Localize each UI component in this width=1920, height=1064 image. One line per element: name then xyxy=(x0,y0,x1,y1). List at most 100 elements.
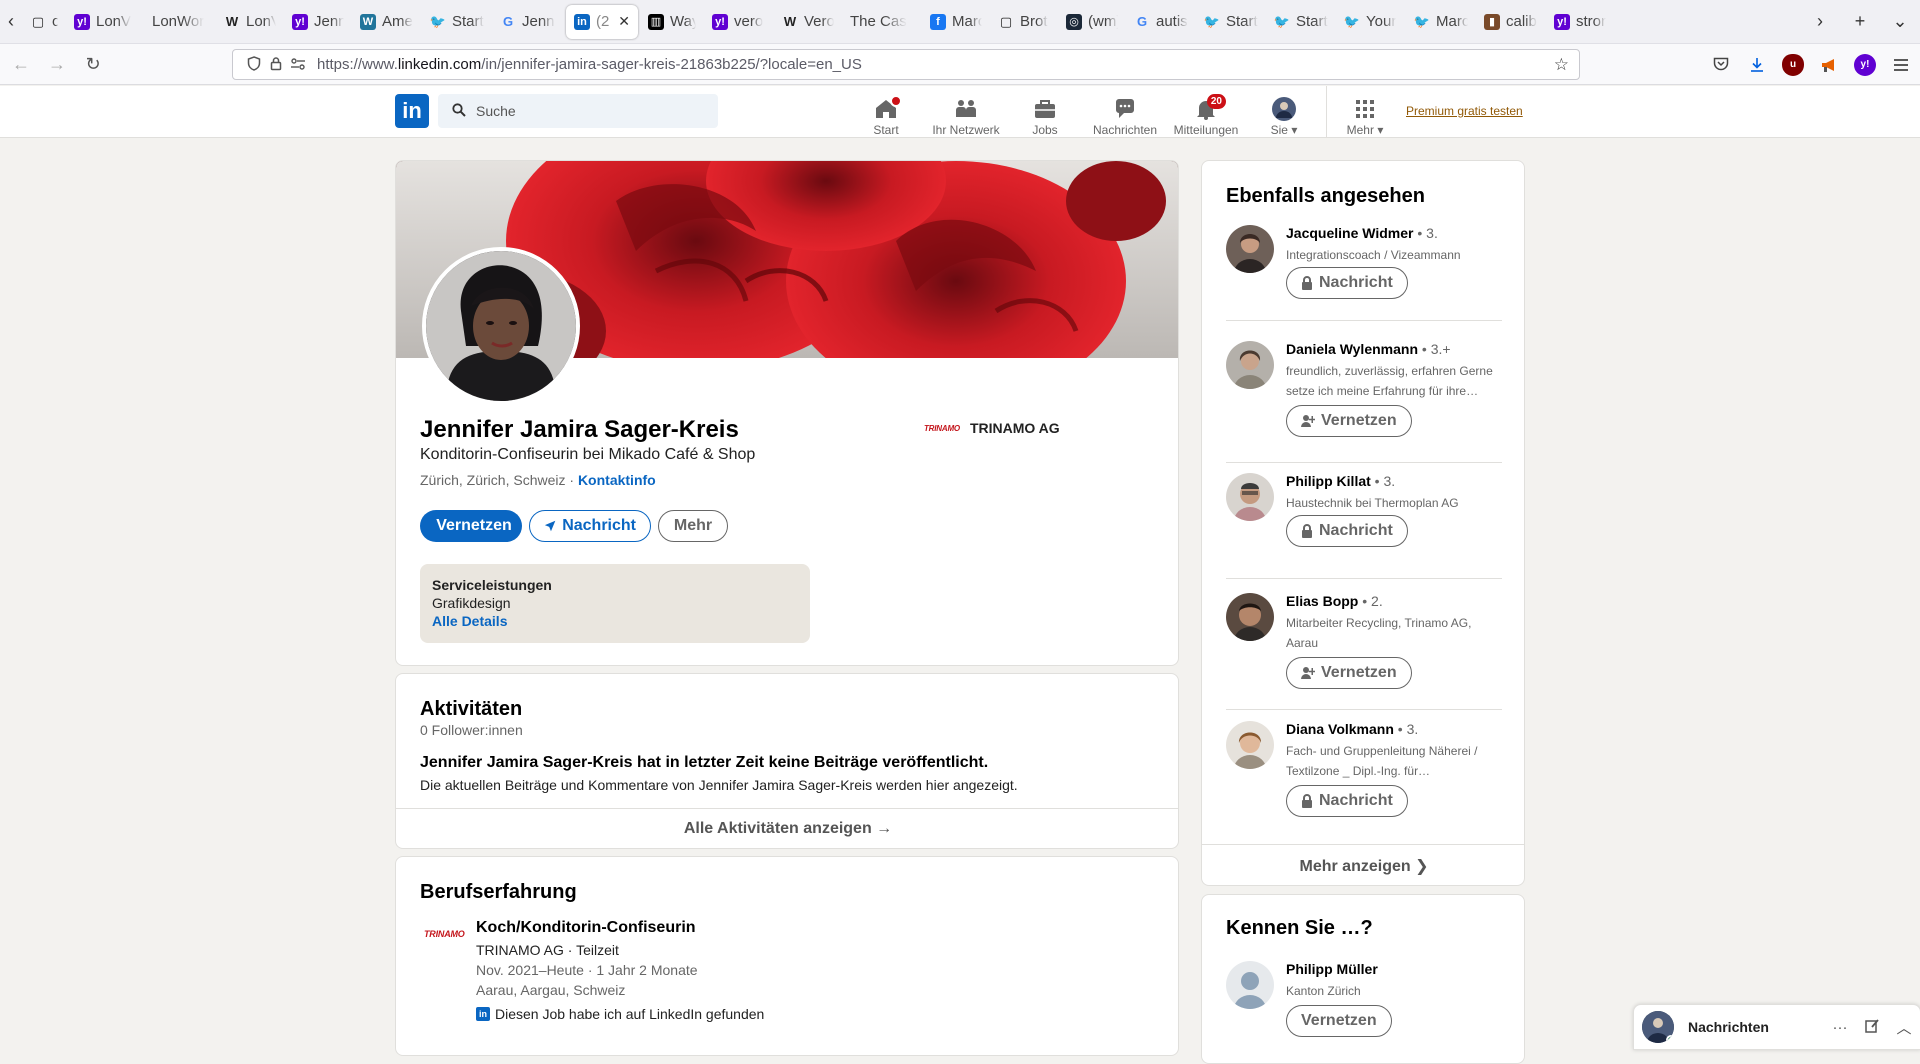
tab-title: Way xyxy=(670,13,696,30)
forward-icon[interactable]: → xyxy=(42,54,72,75)
person-message-button[interactable]: Nachricht xyxy=(1286,267,1408,299)
nav-network[interactable]: Ihr Netzwerk xyxy=(928,89,1004,137)
ublock-extension-icon[interactable]: u xyxy=(1782,53,1804,76)
premium-trial-link[interactable]: Premium gratis testen xyxy=(1406,104,1523,118)
profile-avatar[interactable] xyxy=(422,247,580,405)
browser-tab[interactable]: y! Jenn xyxy=(284,5,352,39)
person-avatar xyxy=(1226,593,1274,641)
nav-jobs[interactable]: Jobs xyxy=(1026,89,1064,137)
browser-tab[interactable]: ◎ (wm) xyxy=(1058,5,1126,39)
person-message-button[interactable]: Nachricht xyxy=(1286,785,1408,817)
browser-tab[interactable]: 🐦 Marc xyxy=(1406,5,1476,39)
browser-tab[interactable]: ▥ Way xyxy=(640,5,704,39)
person-item[interactable]: Diana Volkmann • 3. Fach- und Gruppenlei… xyxy=(1226,721,1502,821)
avatar xyxy=(1642,1011,1674,1043)
list-all-tabs-icon[interactable]: ⌄ xyxy=(1880,11,1920,32)
person-item[interactable]: Philipp Killat • 3. Haustechnik bei Ther… xyxy=(1226,473,1502,557)
browser-tab[interactable]: in (20 ✕ xyxy=(566,4,638,39)
browser-tab[interactable]: y! vero xyxy=(704,5,774,39)
lock-icon xyxy=(1302,276,1312,290)
show-all-activity-button[interactable]: Alle Aktivitäten anzeigen → xyxy=(396,808,1178,848)
new-tab-icon[interactable]: + xyxy=(1840,11,1880,32)
trinamo-logo-icon[interactable]: TRINAMO xyxy=(424,929,465,943)
person-item[interactable]: Daniela Wylenmann • 3.+ freundlich, zuve… xyxy=(1226,341,1502,441)
more-options-icon[interactable]: ··· xyxy=(1824,1019,1856,1036)
hamburger-menu-icon[interactable] xyxy=(1890,54,1912,76)
know-title: Kennen Sie …? xyxy=(1226,917,1373,939)
services-details-link[interactable]: Alle Details xyxy=(432,613,507,629)
followers-count[interactable]: 0 Follower:innen xyxy=(420,722,523,738)
browser-tab[interactable]: f Marc xyxy=(922,5,990,39)
current-company[interactable]: TRINAMO TRINAMO AG xyxy=(924,420,1060,436)
reload-icon[interactable]: ↻ xyxy=(78,54,108,75)
person-message-button[interactable]: Nachricht xyxy=(1286,515,1408,547)
messaging-overlay[interactable]: Nachrichten ··· ︿ xyxy=(1633,1004,1920,1050)
briefcase-icon xyxy=(1033,97,1057,121)
browser-tab[interactable]: ▮ calib xyxy=(1476,5,1546,39)
browser-tab[interactable]: The Cas xyxy=(842,5,922,39)
person-name-text: Philipp Killat xyxy=(1286,473,1371,489)
yahoo-extension-icon[interactable]: y! xyxy=(1854,53,1876,76)
browser-tab[interactable]: W Ame xyxy=(352,5,422,39)
message-button[interactable]: Nachricht xyxy=(529,510,651,542)
browser-tab[interactable]: 🐦 Your xyxy=(1336,5,1406,39)
browser-tab[interactable]: 🐦 Start xyxy=(1196,5,1266,39)
chevron-up-icon[interactable]: ︿ xyxy=(1888,1017,1920,1038)
tabs-scroll-right-icon[interactable]: › xyxy=(1800,11,1840,32)
search-input[interactable]: Suche xyxy=(438,94,718,128)
browser-tab[interactable]: ▢ ooc xyxy=(22,5,66,39)
linkedin-logo-icon[interactable]: in xyxy=(395,94,429,128)
nav-label: Mehr ▾ xyxy=(1347,123,1384,137)
back-icon[interactable]: ← xyxy=(6,54,36,75)
activity-title: Aktivitäten xyxy=(420,698,523,720)
person-connect-button[interactable]: Vernetzen xyxy=(1286,657,1412,689)
person-item[interactable]: Elias Bopp • 2. Mitarbeiter Recycling, T… xyxy=(1226,593,1502,693)
megaphone-extension-icon[interactable] xyxy=(1818,54,1840,76)
person-item[interactable]: Jacqueline Widmer • 3. Integrationscoach… xyxy=(1226,225,1502,309)
browser-tab[interactable]: Gautis xyxy=(1126,5,1196,39)
browser-tab[interactable]: 🐦 Start xyxy=(422,5,492,39)
nav-divider xyxy=(1326,86,1327,138)
person-avatar xyxy=(1226,225,1274,273)
browser-tab[interactable]: W LonV xyxy=(216,5,284,39)
close-tab-icon[interactable]: ✕ xyxy=(618,13,630,30)
nav-start[interactable]: Start xyxy=(868,89,904,137)
services-box: Serviceleistungen Grafikdesign Alle Deta… xyxy=(420,564,810,643)
nav-more[interactable]: Mehr ▾ xyxy=(1342,89,1388,137)
shield-icon[interactable] xyxy=(243,55,265,74)
downloads-icon[interactable] xyxy=(1746,54,1768,76)
person-item[interactable]: Philipp Müller Kanton Zürich Vernetzen xyxy=(1226,961,1502,1051)
show-more-button[interactable]: Mehr anzeigen ❯ xyxy=(1202,844,1524,885)
trinamo-logo-icon: TRINAMO xyxy=(924,423,960,433)
tabs-scroll-left-icon[interactable]: ‹ xyxy=(0,0,22,44)
browser-tab[interactable]: y! stron xyxy=(1546,5,1614,39)
person-action-label: Vernetzen xyxy=(1301,1012,1377,1029)
tab-title: Jenn xyxy=(522,13,555,30)
person-connect-button[interactable]: Vernetzen xyxy=(1286,1005,1392,1037)
lock-icon[interactable] xyxy=(265,56,287,74)
permissions-icon[interactable] xyxy=(287,57,309,73)
nav-messaging[interactable]: Nachrichten xyxy=(1090,89,1160,137)
more-button[interactable]: Mehr xyxy=(658,510,728,542)
nav-me[interactable]: Sie ▾ xyxy=(1266,89,1302,137)
yahoo-icon: y! xyxy=(292,13,308,30)
browser-tab[interactable]: LonWor xyxy=(144,5,216,39)
browser-tab[interactable]: W Vero xyxy=(774,5,842,39)
bookmark-star-icon[interactable]: ☆ xyxy=(1554,55,1569,75)
compose-icon[interactable] xyxy=(1856,1018,1888,1037)
browser-tab[interactable]: G Jenn xyxy=(492,5,564,39)
pocket-icon[interactable] xyxy=(1710,54,1732,76)
browser-tab[interactable]: ▢ Brot xyxy=(990,5,1058,39)
browser-navigation-bar: ← → ↻ https://www.linkedin.com/in/jennif… xyxy=(0,44,1920,85)
avatar-icon xyxy=(1272,97,1296,121)
nav-more-label: Mehr xyxy=(1346,123,1374,137)
tab-title: calib xyxy=(1506,13,1537,30)
also-viewed-card: Ebenfalls angesehen Jacqueline Widmer • … xyxy=(1201,160,1525,886)
contact-info-link[interactable]: Kontaktinfo xyxy=(578,472,656,488)
url-bar[interactable]: https://www.linkedin.com/in/jennifer-jam… xyxy=(232,49,1580,80)
person-connect-button[interactable]: Vernetzen xyxy=(1286,405,1412,437)
connect-button[interactable]: Vernetzen xyxy=(420,510,522,542)
nav-notifications[interactable]: 20 Mitteilungen xyxy=(1170,89,1242,137)
browser-tab[interactable]: 🐦 Start xyxy=(1266,5,1336,39)
browser-tab[interactable]: y! LonV xyxy=(66,5,144,39)
